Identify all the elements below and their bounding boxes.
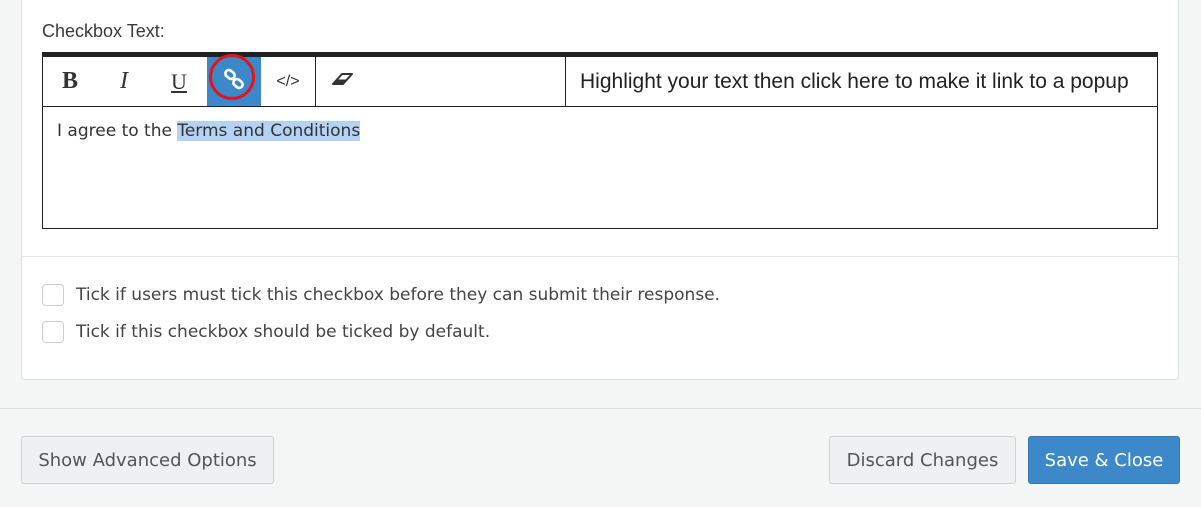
discard-changes-button[interactable]: Discard Changes [829, 436, 1016, 484]
default-ticked-option[interactable]: Tick if this checkbox should be ticked b… [42, 321, 490, 343]
page: Checkbox Text: B I U </> Highlight your … [0, 0, 1201, 507]
link-icon [222, 67, 246, 96]
default-ticked-option-label: Tick if this checkbox should be ticked b… [76, 322, 491, 342]
content-plain-text: I agree to the [57, 121, 178, 141]
link-button[interactable] [207, 54, 261, 106]
required-option-label: Tick if users must tick this checkbox be… [76, 285, 721, 305]
save-and-close-button[interactable]: Save & Close [1028, 436, 1180, 484]
italic-button[interactable]: I [97, 57, 151, 106]
footer-divider [0, 408, 1201, 409]
rich-text-editor: B I U </> Highlight your text then click… [42, 52, 1158, 229]
underline-button[interactable]: U [151, 57, 207, 106]
checkbox-settings-card: Checkbox Text: B I U </> Highlight your … [21, 0, 1179, 380]
clear-formatting-button[interactable] [316, 57, 370, 106]
bold-button[interactable]: B [43, 57, 97, 106]
content-selected-text: Terms and Conditions [177, 121, 361, 141]
default-ticked-checkbox[interactable] [42, 321, 64, 343]
required-option[interactable]: Tick if users must tick this checkbox be… [42, 284, 720, 306]
editor-toolbar: B I U </> Highlight your text then click… [43, 54, 1157, 107]
source-code-button[interactable]: </> [261, 57, 316, 106]
show-advanced-options-button[interactable]: Show Advanced Options [21, 436, 274, 484]
checkbox-text-label: Checkbox Text: [42, 21, 165, 41]
link-popup-hint[interactable]: Highlight your text then click here to m… [565, 57, 1157, 106]
required-checkbox[interactable] [42, 284, 64, 306]
eraser-icon [330, 69, 356, 94]
section-divider [22, 256, 1178, 257]
editor-content[interactable]: I agree to the Terms and Conditions [43, 107, 1157, 228]
